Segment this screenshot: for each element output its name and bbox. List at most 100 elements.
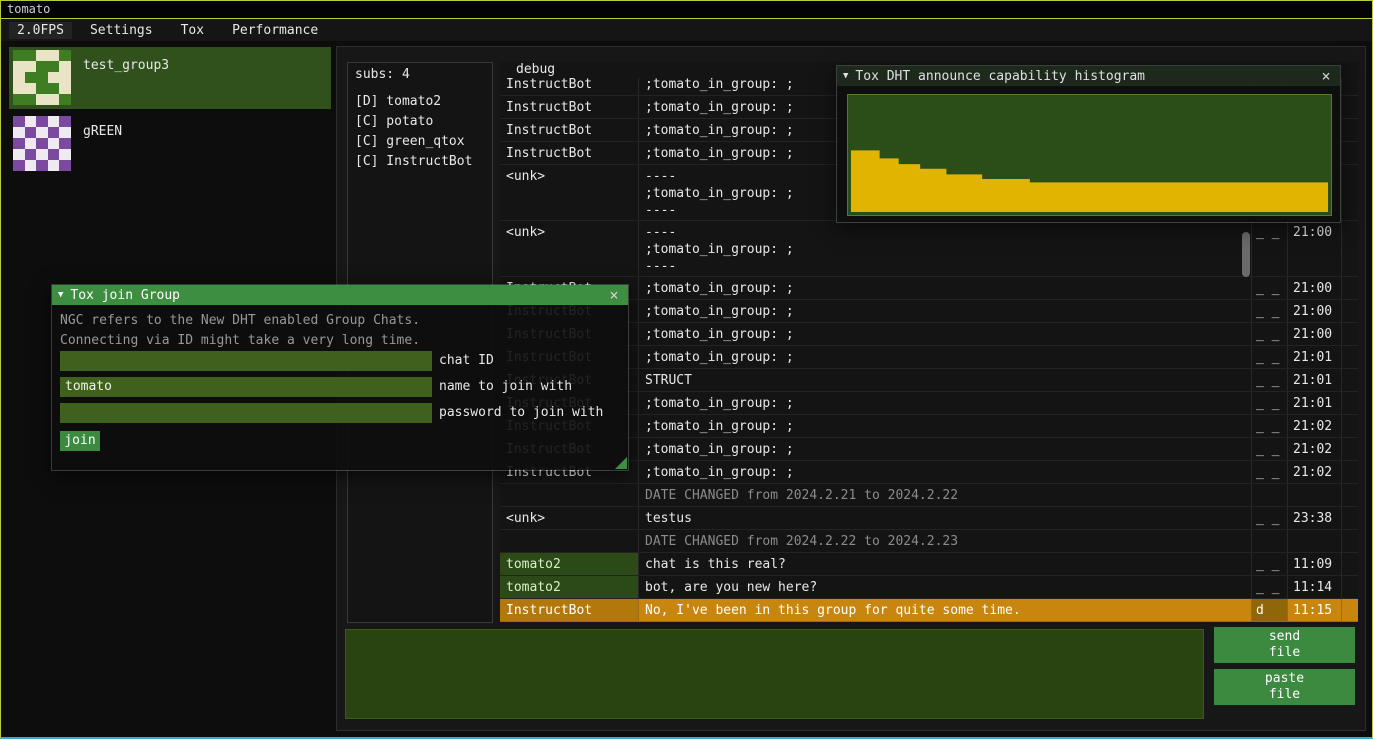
chat-row-flags: d: [1252, 599, 1288, 621]
group-item-gREEN[interactable]: gREEN: [9, 113, 331, 175]
chat-row-time: 21:00: [1288, 300, 1342, 322]
chat-row-message: ;tomato_in_group: ;: [639, 346, 1252, 368]
group-avatar: [13, 116, 71, 171]
input-label: name to join with: [439, 377, 572, 397]
chat-row-time: 11:15: [1288, 599, 1342, 621]
menu-item-settings[interactable]: Settings: [86, 22, 157, 39]
group-name: gREEN: [83, 124, 122, 175]
chat-row-message: testus: [639, 507, 1252, 529]
chat-row-time: 21:02: [1288, 438, 1342, 460]
send-file-button[interactable]: send file: [1214, 627, 1355, 663]
chat-row-name: [500, 530, 639, 552]
chat-row-flags: _ _: [1252, 369, 1288, 391]
chat-row-time: 21:00: [1288, 277, 1342, 299]
message-input[interactable]: [345, 629, 1204, 719]
join-fields: chat ID tomato name to join with password t…: [60, 351, 603, 429]
chat-row-message: ;tomato_in_group: ;: [639, 415, 1252, 437]
resize-grip[interactable]: [615, 457, 627, 469]
subs-member[interactable]: [D] tomato2: [348, 92, 492, 112]
chat-row-time: [1288, 484, 1342, 506]
histogram-window-titlebar[interactable]: ▼ Tox DHT announce capability histogram …: [837, 66, 1340, 86]
chat-row-name: InstructBot: [500, 119, 639, 141]
chat-row: <unk>---- ;tomato_in_group: ; ----_ _21:…: [500, 221, 1358, 277]
group-list: test_group3 gREEN: [9, 47, 331, 179]
chat-row: InstructBotNo, I've been in this group f…: [500, 599, 1358, 622]
chat-row-flags: _ _: [1252, 300, 1288, 322]
chat-scrollbar[interactable]: [1242, 232, 1250, 277]
menu-item-performance[interactable]: Performance: [228, 22, 322, 39]
window-title: tomato: [7, 2, 50, 16]
menu-item-tox[interactable]: Tox: [177, 22, 208, 39]
chat-row-message: ;tomato_in_group: ;: [639, 300, 1252, 322]
collapse-icon[interactable]: ▼: [58, 290, 63, 300]
input-chat-ID[interactable]: [60, 351, 432, 371]
date-separator-row: DATE CHANGED from 2024.2.21 to 2024.2.22: [500, 484, 1358, 507]
chat-row-message: ;tomato_in_group: ;: [639, 323, 1252, 345]
chat-row: tomato2chat is this real?_ _11:09: [500, 553, 1358, 576]
subs-member-list: [D] tomato2[C] potato[C] green_qtox[C] I…: [348, 92, 492, 172]
join-field-row: tomato name to join with: [60, 377, 603, 397]
join-info-text: NGC refers to the New DHT enabled Group …: [60, 311, 420, 351]
close-icon[interactable]: ×: [606, 288, 622, 303]
chat-row-time: 11:09: [1288, 553, 1342, 575]
chat-row-time: 21:02: [1288, 461, 1342, 483]
histogram-window: ▼ Tox DHT announce capability histogram …: [836, 65, 1341, 223]
chat-row-name: [500, 484, 639, 506]
subs-member[interactable]: [C] InstructBot: [348, 152, 492, 172]
chat-row-message: STRUCT: [639, 369, 1252, 391]
join-button[interactable]: join: [60, 431, 100, 451]
chat-row-name: InstructBot: [500, 78, 639, 95]
chat-row: <unk>testus_ _23:38: [500, 507, 1358, 530]
collapse-icon[interactable]: ▼: [843, 71, 848, 81]
chat-row-flags: _ _: [1252, 461, 1288, 483]
chat-row-name: InstructBot: [500, 599, 639, 621]
chat-row-message: bot, are you new here?: [639, 576, 1252, 598]
chat-row-time: 21:01: [1288, 369, 1342, 391]
input-name-to-join-with[interactable]: tomato: [60, 377, 432, 397]
chat-row-time: 21:01: [1288, 346, 1342, 368]
chat-row: tomato2bot, are you new here?_ _11:14: [500, 576, 1358, 599]
menubar: 2.0FPS SettingsToxPerformance: [1, 19, 1372, 41]
chat-row-name: InstructBot: [500, 96, 639, 118]
histogram-plot: [847, 94, 1332, 216]
subs-member[interactable]: [C] green_qtox: [348, 132, 492, 152]
chat-row-time: 21:01: [1288, 392, 1342, 414]
join-info-line: NGC refers to the New DHT enabled Group …: [60, 311, 420, 331]
menu-items: Settings Tox Performance: [86, 22, 322, 39]
chat-row-flags: [1252, 530, 1288, 552]
chat-row-flags: _ _: [1252, 392, 1288, 414]
chat-row-flags: _ _: [1252, 221, 1288, 276]
chat-row-flags: _ _: [1252, 507, 1288, 529]
chat-row-message: ;tomato_in_group: ;: [639, 277, 1252, 299]
join-group-window: ▼ Tox join Group × NGC refers to the New…: [51, 284, 629, 471]
histogram-plot-svg: [848, 95, 1331, 215]
histogram-window-body: [837, 86, 1340, 222]
app-window: tomato 2.0FPS SettingsToxPerformance tes…: [0, 0, 1373, 739]
chat-row-name: <unk>: [500, 221, 639, 276]
close-icon[interactable]: ×: [1318, 69, 1334, 84]
paste-file-button[interactable]: paste file: [1214, 669, 1355, 705]
window-titlebar: tomato: [1, 1, 1372, 19]
chat-row-name: InstructBot: [500, 142, 639, 164]
subs-count: subs: 4: [348, 63, 492, 86]
join-field-row: chat ID: [60, 351, 603, 371]
chat-row-message: No, I've been in this group for quite so…: [639, 599, 1252, 621]
chat-row-flags: _ _: [1252, 415, 1288, 437]
chat-row-message: ;tomato_in_group: ;: [639, 461, 1252, 483]
join-window-title: Tox join Group: [70, 288, 180, 303]
group-avatar: [13, 50, 71, 105]
subs-member[interactable]: [C] potato: [348, 112, 492, 132]
chat-row-message: DATE CHANGED from 2024.2.21 to 2024.2.22: [639, 484, 1252, 506]
input-label: password to join with: [439, 403, 603, 423]
input-label: chat ID: [439, 351, 494, 371]
group-item-test_group3[interactable]: test_group3: [9, 47, 331, 109]
input-password-to-join-with[interactable]: [60, 403, 432, 423]
chat-row-name: <unk>: [500, 165, 639, 220]
chat-row-flags: _ _: [1252, 277, 1288, 299]
chat-row-message: chat is this real?: [639, 553, 1252, 575]
chat-row-time: 23:38: [1288, 507, 1342, 529]
chat-row-flags: _ _: [1252, 553, 1288, 575]
chat-row-flags: _ _: [1252, 576, 1288, 598]
chat-row-message: ;tomato_in_group: ;: [639, 438, 1252, 460]
join-window-titlebar[interactable]: ▼ Tox join Group ×: [52, 285, 628, 305]
